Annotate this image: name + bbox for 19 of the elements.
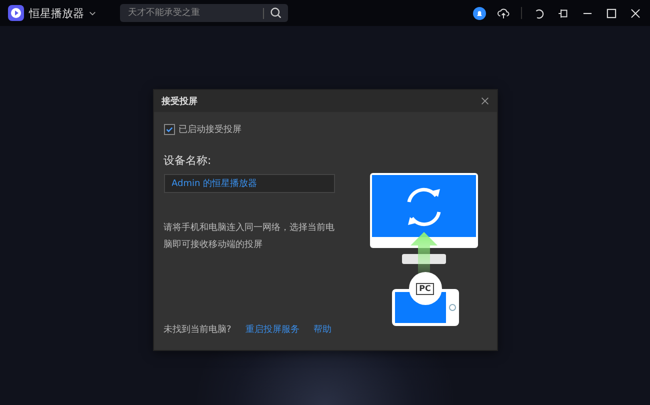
maximize-icon[interactable] <box>605 6 618 20</box>
pin-icon[interactable] <box>557 6 570 20</box>
bell-icon[interactable] <box>473 6 486 20</box>
device-name-field[interactable]: Admin 的恒星播放器 <box>164 174 334 193</box>
app-title[interactable]: 恒星播放器 <box>29 6 84 20</box>
link[interactable]: 帮助 <box>313 323 332 336</box>
link[interactable]: 重启投屏服务 <box>245 323 300 336</box>
device-name-label: 设备名称: <box>164 153 212 168</box>
instruction-text: 请将手机和电脑连入同一网络，选择当前电脑即可接收移动端的投屏 <box>164 222 336 252</box>
search-icon[interactable] <box>270 7 282 19</box>
caret-icon[interactable] <box>89 10 96 16</box>
refresh-icon[interactable] <box>533 6 546 20</box>
dialog-title: 接受投屏 <box>162 95 198 108</box>
pc-label: PC <box>416 282 434 294</box>
cloud-upload-icon[interactable] <box>497 6 510 20</box>
help-question: 未找到当前电脑? <box>164 324 232 336</box>
checkbox-label[interactable]: 已启动接受投屏 <box>178 123 242 136</box>
play-logo-icon <box>8 5 24 21</box>
checkbox[interactable] <box>164 124 174 135</box>
